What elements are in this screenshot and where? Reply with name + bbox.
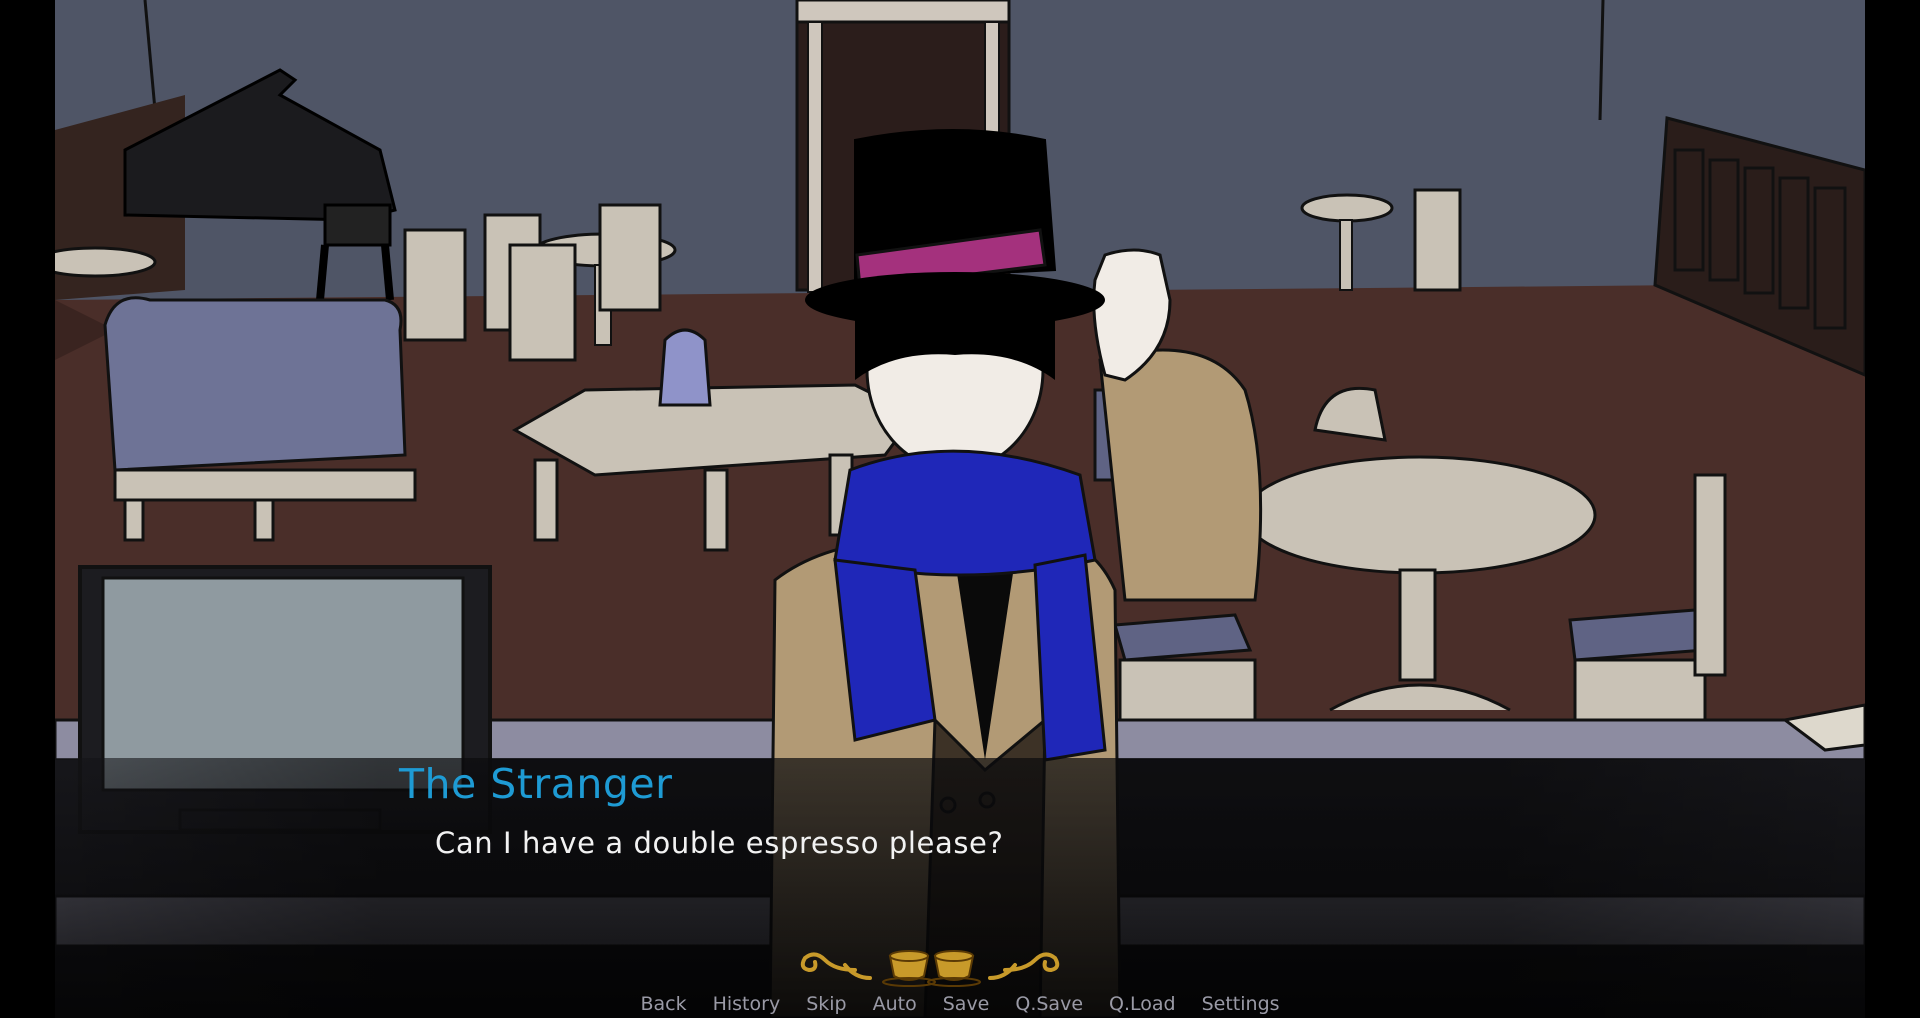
quick-menu: Back History Skip Auto Save Q.Save Q.Loa… <box>55 990 1865 1018</box>
speaker-name: The Stranger <box>399 760 673 808</box>
quick-menu-settings-button[interactable]: Settings <box>1202 990 1280 1018</box>
quick-menu-back-button[interactable]: Back <box>640 990 686 1018</box>
quick-menu-history-button[interactable]: History <box>713 990 781 1018</box>
dialogue-text: Can I have a double espresso please? <box>435 826 1004 860</box>
quick-menu-quick-save-button[interactable]: Q.Save <box>1015 990 1083 1018</box>
quick-menu-save-button[interactable]: Save <box>943 990 990 1018</box>
coffee-cups-ornament-icon <box>800 950 1060 987</box>
quick-menu-quick-load-button[interactable]: Q.Load <box>1109 990 1176 1018</box>
quick-menu-auto-button[interactable]: Auto <box>873 990 917 1018</box>
quick-menu-skip-button[interactable]: Skip <box>806 990 846 1018</box>
game-stage[interactable]: The Stranger Can I have a double espress… <box>55 0 1865 1018</box>
